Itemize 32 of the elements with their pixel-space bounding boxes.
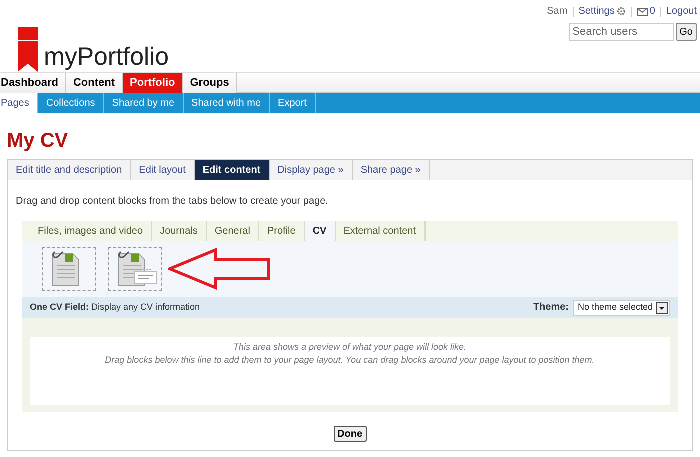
subnav-tab[interactable]: Collections	[38, 93, 104, 113]
page-title: My CV	[7, 129, 70, 153]
subnav-tab[interactable]: Shared by me	[104, 93, 184, 113]
settings-link[interactable]: Settings	[578, 4, 626, 19]
instructions-text: Drag and drop content blocks from the tabs below to create your page.	[16, 195, 330, 209]
theme-select[interactable]: No theme selected	[573, 300, 670, 316]
go-button[interactable]: Go	[676, 23, 697, 41]
dropdown-icon	[656, 302, 668, 314]
block-description: One CV Field: Display any CV information	[30, 300, 200, 314]
edit-tab[interactable]: Edit title and description	[8, 160, 132, 180]
edit-tab[interactable]: Share page »	[352, 160, 430, 180]
done-button[interactable]: Done	[334, 426, 366, 442]
block-tab[interactable]: CV	[304, 221, 336, 241]
inbox-link[interactable]: 0	[636, 4, 656, 19]
preview-text: This area shows a preview of what your page will look like.	[233, 341, 467, 354]
nav-tab[interactable]: Portfolio	[123, 73, 184, 93]
preview-text: Drag blocks below this line to add them to your page layout. You can drag blocks around your page layout to position them.	[105, 354, 595, 367]
user-link[interactable]: Sam	[547, 4, 568, 19]
edit-tab[interactable]: Display page »	[270, 160, 353, 180]
logo-text[interactable]: myPortfolio	[44, 45, 170, 70]
content-block[interactable]	[42, 247, 96, 291]
user-link[interactable]: Logout	[666, 4, 697, 19]
edit-tab[interactable]: Edit content	[194, 160, 270, 180]
subnav-tab[interactable]: Shared with me	[184, 93, 270, 113]
envelope-icon	[636, 8, 648, 16]
subnav-tab[interactable]: Export	[270, 93, 316, 113]
gear-icon	[616, 7, 626, 16]
subnav-tab[interactable]: Pages	[0, 93, 38, 113]
theme-label: Theme:	[533, 301, 569, 315]
search-field[interactable]: Search users	[568, 23, 674, 41]
logo-icon	[18, 27, 38, 72]
content-block[interactable]	[108, 247, 162, 291]
